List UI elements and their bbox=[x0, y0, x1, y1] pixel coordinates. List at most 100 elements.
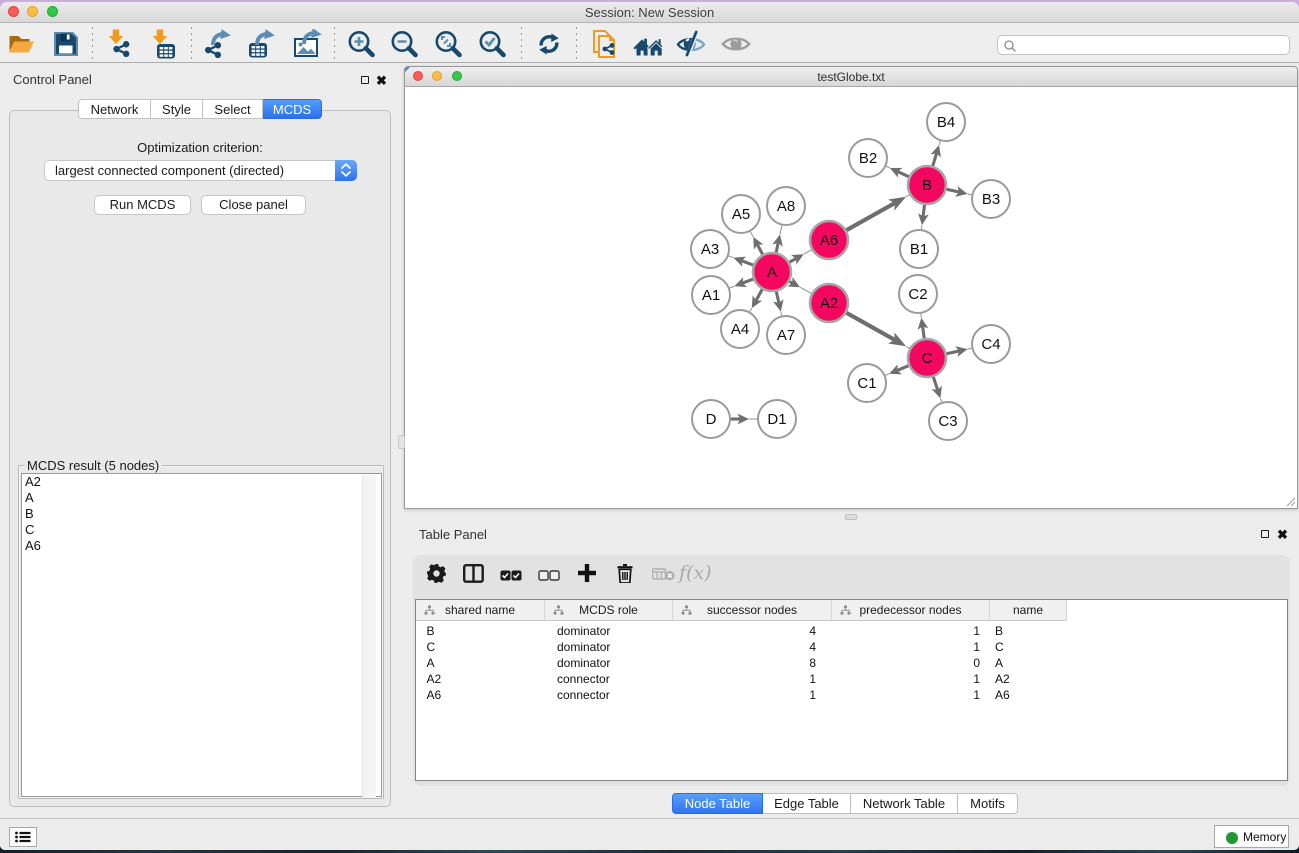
edge-C-C3[interactable] bbox=[933, 377, 937, 390]
mcds-result-item[interactable]: C bbox=[22, 522, 381, 538]
edge-C-C4[interactable] bbox=[947, 351, 959, 354]
edge-A-A8[interactable] bbox=[776, 243, 778, 253]
open-session-icon[interactable] bbox=[7, 29, 37, 59]
graph-node-C3[interactable]: C3 bbox=[929, 402, 967, 440]
zoom-fit-icon[interactable] bbox=[433, 29, 463, 59]
edge-A-A4[interactable] bbox=[756, 289, 762, 300]
resize-grip-icon[interactable] bbox=[1284, 495, 1296, 507]
edge-B-B3[interactable] bbox=[947, 189, 959, 192]
network-canvas[interactable]: B4 B2 B B3 A5A8A6 A3 B1 A A1 A2 C2 A4A7 C4 C C1 C3 D D1 bbox=[405, 87, 1297, 507]
delete-table-icon[interactable] bbox=[652, 567, 675, 586]
memory-button[interactable]: Memory bbox=[1214, 825, 1289, 848]
graph-node-B4[interactable]: B4 bbox=[927, 103, 965, 141]
save-session-icon[interactable] bbox=[51, 29, 81, 59]
edge-C-C2[interactable] bbox=[923, 326, 925, 338]
graph-node-A2[interactable]: A2 bbox=[810, 284, 848, 322]
export-table-icon[interactable] bbox=[247, 29, 277, 59]
column-header-MCDS-role[interactable]: MCDS role bbox=[545, 600, 673, 621]
edge-A-A7[interactable] bbox=[776, 292, 779, 304]
desktop-pane: Control Panel ✖ Network Style Select MCD… bbox=[0, 64, 1299, 818]
export-image-icon[interactable] bbox=[292, 29, 322, 59]
mcds-result-item[interactable]: A bbox=[22, 490, 381, 506]
edge-A2-C[interactable] bbox=[846, 313, 894, 340]
control-panel-float-icon[interactable] bbox=[361, 76, 369, 84]
edge-A-A3[interactable] bbox=[742, 261, 754, 265]
delete-row-icon[interactable] bbox=[617, 564, 633, 588]
run-mcds-button[interactable]: Run MCDS bbox=[94, 195, 191, 215]
splitter-handle-bottom[interactable] bbox=[845, 514, 857, 520]
export-network-icon[interactable] bbox=[204, 29, 234, 59]
column-header-predecessor-nodes[interactable]: predecessor nodes bbox=[832, 600, 990, 621]
graph-node-A1[interactable]: A1 bbox=[692, 276, 730, 314]
control-panel-close-icon[interactable]: ✖ bbox=[376, 76, 387, 86]
graph-node-B3[interactable]: B3 bbox=[972, 180, 1010, 218]
tab-network[interactable]: Network bbox=[78, 99, 151, 119]
graph-node-D[interactable]: D bbox=[692, 400, 730, 438]
hide-selected-icon[interactable] bbox=[676, 29, 706, 59]
column-header-successor-nodes[interactable]: successor nodes bbox=[673, 600, 832, 621]
search-input[interactable] bbox=[997, 35, 1290, 55]
graph-node-C1[interactable]: C1 bbox=[848, 364, 886, 402]
show-panels-button[interactable] bbox=[9, 827, 37, 847]
mcds-result-scrollbar[interactable] bbox=[362, 475, 376, 797]
graph-node-A7[interactable]: A7 bbox=[767, 316, 805, 354]
new-session-from-network-icon[interactable] bbox=[590, 29, 620, 59]
graph-node-A6[interactable]: A6 bbox=[810, 221, 848, 259]
edge-C-C1[interactable] bbox=[897, 366, 908, 371]
import-table-icon[interactable] bbox=[150, 29, 180, 59]
mcds-result-list[interactable]: A2ABCA6 bbox=[21, 473, 382, 797]
graph-node-C[interactable]: C bbox=[908, 339, 946, 377]
edge-A-A5[interactable] bbox=[757, 245, 762, 255]
tab-motifs[interactable]: Motifs bbox=[958, 793, 1018, 814]
home-layout-icon[interactable] bbox=[633, 29, 663, 59]
tab-style[interactable]: Style bbox=[151, 99, 203, 119]
table-panel-close-icon[interactable]: ✖ bbox=[1277, 530, 1288, 540]
tab-edge-table[interactable]: Edge Table bbox=[763, 793, 851, 814]
tab-select[interactable]: Select bbox=[203, 99, 263, 119]
mcds-result-item[interactable]: A2 bbox=[22, 474, 381, 490]
split-view-icon[interactable] bbox=[463, 564, 484, 588]
edge-B-B4[interactable] bbox=[933, 153, 937, 166]
show-all-icon[interactable] bbox=[721, 29, 751, 59]
graph-node-A3[interactable]: A3 bbox=[691, 230, 729, 268]
column-header-name[interactable]: name bbox=[990, 600, 1067, 621]
splitter-handle-left[interactable] bbox=[398, 435, 405, 449]
graph-node-C4[interactable]: C4 bbox=[972, 325, 1010, 363]
graph-node-A4[interactable]: A4 bbox=[721, 310, 759, 348]
mcds-result-item[interactable]: A6 bbox=[22, 538, 381, 554]
graph-node-A5[interactable]: A5 bbox=[722, 195, 760, 233]
refresh-icon[interactable] bbox=[534, 29, 564, 59]
graph-node-D1[interactable]: D1 bbox=[758, 400, 796, 438]
optimization-criterion-select[interactable]: largest connected component (directed) bbox=[44, 160, 357, 181]
unselect-all-icon[interactable] bbox=[538, 568, 560, 586]
edge-A6-B[interactable] bbox=[846, 203, 894, 230]
table-container: f(x) shared nameMCDS rolesuccessor nodes… bbox=[413, 555, 1290, 786]
graph-node-C2[interactable]: C2 bbox=[899, 275, 937, 313]
zoom-out-icon[interactable] bbox=[389, 29, 419, 59]
settings-icon[interactable] bbox=[427, 564, 446, 588]
graph-node-B1[interactable]: B1 bbox=[900, 230, 938, 268]
function-builder-icon[interactable]: f(x) bbox=[677, 562, 711, 589]
mcds-result-item[interactable]: B bbox=[22, 506, 381, 522]
zoom-in-icon[interactable] bbox=[346, 29, 376, 59]
edge-A-A6[interactable] bbox=[789, 258, 796, 262]
tab-mcds[interactable]: MCDS bbox=[263, 99, 322, 119]
import-network-icon[interactable] bbox=[105, 29, 135, 59]
select-all-icon[interactable] bbox=[500, 568, 522, 586]
zoom-selected-icon[interactable] bbox=[477, 29, 507, 59]
edge-A-A1[interactable] bbox=[743, 279, 754, 283]
graph-node-A[interactable]: A bbox=[753, 253, 791, 291]
tab-node-table[interactable]: Node Table bbox=[672, 793, 763, 814]
close-panel-button[interactable]: Close panel bbox=[201, 195, 306, 215]
network-window-titlebar[interactable]: testGlobe.txt bbox=[405, 67, 1297, 87]
table-panel-float-icon[interactable] bbox=[1261, 530, 1269, 538]
graph-node-B[interactable]: B bbox=[908, 166, 946, 204]
edge-A-A2[interactable] bbox=[790, 282, 793, 284]
edge-B-B1[interactable] bbox=[923, 205, 924, 217]
column-header-shared-name[interactable]: shared name bbox=[416, 600, 545, 621]
add-row-icon[interactable] bbox=[578, 564, 596, 587]
graph-node-A8[interactable]: A8 bbox=[767, 187, 805, 225]
edge-B-B2[interactable] bbox=[898, 172, 909, 177]
tab-network-table[interactable]: Network Table bbox=[851, 793, 958, 814]
graph-node-B2[interactable]: B2 bbox=[849, 139, 887, 177]
